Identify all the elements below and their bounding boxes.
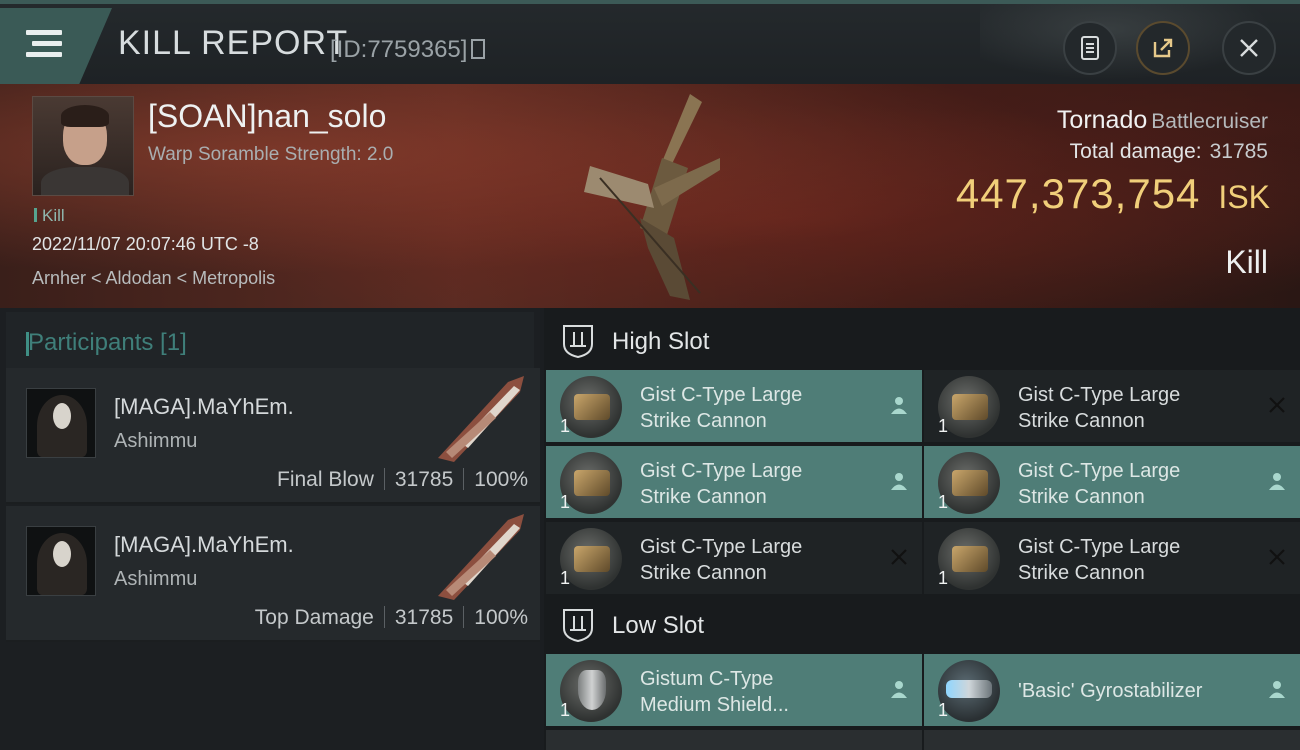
participant-row[interactable]: [MAGA].MaYhEm. Ashimmu Final Blow 31785 10… (6, 368, 540, 504)
report-id[interactable]: [ID:7759365] (330, 36, 486, 64)
module-quantity: 1 (938, 700, 949, 720)
menu-button[interactable] (0, 8, 112, 86)
header-bar: KILL REPORT [ID:7759365] (0, 0, 1300, 88)
module-quantity: 1 (938, 568, 949, 588)
participant-role: Final Blow (277, 468, 374, 491)
slot-shield-icon (563, 325, 593, 358)
participant-damage: 31785 (394, 468, 454, 491)
pilot-icon (891, 397, 907, 414)
participants-header: Participants [1] (6, 312, 534, 370)
clipboard-icon (1081, 36, 1099, 60)
participant-role: Top Damage (254, 606, 374, 629)
total-damage-value: 31785 (1209, 140, 1268, 163)
victim-ship-image[interactable] (570, 88, 740, 304)
x-icon (1269, 397, 1285, 413)
participant-percent: 100% (474, 468, 528, 491)
participants-panel: Participants [1] [MAGA].MaYhEm. Ashimmu … (0, 308, 540, 750)
report-button[interactable] (1063, 21, 1117, 75)
kill-tag: Kill (34, 206, 65, 226)
module-quantity: 1 (560, 700, 571, 720)
isk-unit: ISK (1218, 179, 1270, 215)
victim-portrait[interactable] (32, 96, 134, 196)
close-icon (1240, 39, 1258, 57)
module-quantity: 1 (560, 492, 571, 512)
pilot-icon (1269, 681, 1285, 698)
participants-title: Participants [1] (28, 329, 187, 356)
slot-shield-icon (563, 609, 593, 642)
participant-percent: 100% (474, 606, 528, 629)
report-id-label: [ID:7759365] (330, 36, 468, 63)
module-item[interactable]: 1 Gistum C-Type Medium Shield... (546, 654, 922, 726)
module-name: Gist C-Type Large Strike Cannon (640, 536, 803, 584)
module-name: 'Basic' Gyrostabilizer (1018, 680, 1203, 702)
participant-row[interactable]: [MAGA].MaYhEm. Ashimmu Top Damage 31785 10… (6, 506, 540, 642)
participant-stats: Final Blow 31785 100% (277, 468, 528, 492)
total-damage: Total damage: 31785 (1070, 140, 1268, 164)
participant-avatar[interactable] (26, 388, 96, 458)
module-name: Gist C-Type Large Strike Cannon (1018, 460, 1181, 508)
participant-name[interactable]: [MAGA].MaYhEm. (114, 532, 294, 558)
kill-datetime: 2022/11/07 20:07:46 UTC -8 (32, 234, 259, 254)
participant-ship-image[interactable] (430, 372, 534, 466)
module-name: Gist C-Type Large Strike Cannon (1018, 384, 1181, 432)
ship-class: Battlecruiser (1151, 110, 1268, 133)
module-item[interactable] (924, 730, 1300, 750)
participant-ship-image[interactable] (430, 510, 534, 604)
share-button[interactable] (1136, 21, 1190, 75)
module-item[interactable]: 1 Gist C-Type Large Strike Cannon (924, 446, 1300, 518)
copy-icon[interactable] (471, 39, 486, 59)
x-icon (1269, 549, 1285, 565)
module-item[interactable]: 1 Gist C-Type Large Strike Cannon (924, 522, 1300, 594)
module-item[interactable]: 1 Gist C-Type Large Strike Cannon (924, 370, 1300, 442)
module-quantity: 1 (560, 416, 571, 436)
participant-avatar[interactable] (26, 526, 96, 596)
ship-name[interactable]: Tornado Battlecruiser (1057, 106, 1268, 135)
participant-stats: Top Damage 31785 100% (255, 606, 528, 630)
fitting-panel: High Slot 1 Gist C-Type Large Strike Cann… (544, 308, 1300, 750)
kill-result: Kill (1225, 244, 1268, 280)
ship-type: Tornado (1056, 106, 1148, 134)
pilot-icon (891, 681, 907, 698)
participant-name[interactable]: [MAGA].MaYhEm. (114, 394, 294, 420)
module-item[interactable]: 1 Gist C-Type Large Strike Cannon (546, 522, 922, 594)
high-slot-header: High Slot (544, 310, 1300, 370)
module-item[interactable]: 1 Gist C-Type Large Strike Cannon (546, 370, 922, 442)
module-quantity: 1 (560, 568, 571, 588)
page-title: KILL REPORT (118, 24, 349, 62)
kill-summary-banner: [SOAN]nan_solo Warp Soramble Strength: 2… (0, 84, 1300, 308)
x-icon (891, 549, 907, 565)
total-damage-label: Total damage: (1069, 140, 1202, 163)
pilot-icon (891, 473, 907, 490)
module-name: Gistum C-Type Medium Shield... (640, 668, 789, 716)
close-button[interactable] (1222, 21, 1276, 75)
pilot-icon (1269, 473, 1285, 490)
module-name: Gist C-Type Large Strike Cannon (640, 460, 803, 508)
module-quantity: 1 (938, 416, 949, 436)
module-name: Gist C-Type Large Strike Cannon (1018, 536, 1181, 584)
module-item[interactable]: 1 Gist C-Type Large Strike Cannon (546, 446, 922, 518)
module-item[interactable] (546, 730, 922, 750)
isk-loss: 447,373,754 ISK (956, 170, 1270, 218)
kill-location[interactable]: Arnher < Aldodan < Metropolis (32, 268, 275, 289)
low-slot-header: Low Slot (544, 594, 1300, 654)
high-slot-title: High Slot (612, 328, 710, 355)
victim-name[interactable]: [SOAN]nan_solo (148, 98, 386, 135)
participant-damage: 31785 (394, 606, 454, 629)
isk-value: 447,373,754 (955, 170, 1201, 217)
module-quantity: 1 (938, 492, 949, 512)
low-slot-title: Low Slot (612, 612, 705, 639)
share-icon (1153, 38, 1173, 58)
victim-subtitle: Warp Soramble Strength: 2.0 (148, 144, 394, 165)
participant-ship: Ashimmu (114, 568, 198, 590)
module-item[interactable]: 1 'Basic' Gyrostabilizer (924, 654, 1300, 726)
module-name: Gist C-Type Large Strike Cannon (640, 384, 803, 432)
participant-ship: Ashimmu (114, 430, 198, 452)
